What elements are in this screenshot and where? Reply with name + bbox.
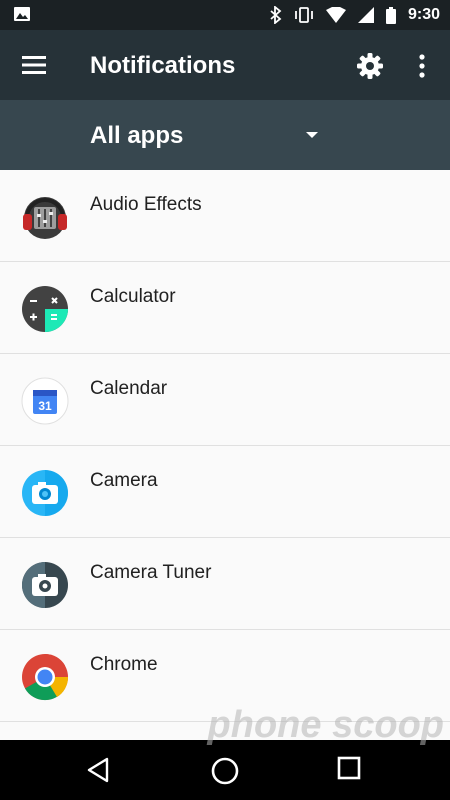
app-name: Calendar [90,378,168,399]
app-list: Audio Effects Calculator 31 Calendar Cam… [0,170,450,740]
app-name: Calculator [90,286,176,307]
gear-icon[interactable] [356,52,384,80]
calendar-icon: 31 [21,377,69,425]
list-item-camera[interactable]: Camera [0,446,450,538]
list-item-calculator[interactable]: Calculator [0,262,450,354]
wifi-icon [325,7,346,23]
camera-tuner-icon [22,562,68,608]
status-bar: 9:30 [0,0,450,30]
app-name: Audio Effects [90,194,202,215]
navigation-bar [0,740,450,800]
app-name: Camera [90,470,158,491]
list-item-camera-tuner[interactable]: Camera Tuner [0,538,450,630]
image-notification-icon [14,7,30,21]
clock: 9:30 [407,6,440,23]
signal-icon [357,7,374,23]
menu-icon[interactable] [22,55,48,75]
vibrate-icon [295,7,313,23]
battery-icon [385,6,396,24]
home-icon[interactable] [210,756,240,786]
bluetooth-icon [270,6,282,24]
chrome-icon [22,653,69,701]
recent-apps-icon[interactable] [337,756,363,782]
camera-icon [22,470,68,516]
calculator-icon [22,286,68,332]
audio-effects-icon [23,197,67,239]
filter-label: All apps [90,122,184,149]
more-options-icon[interactable] [416,52,428,80]
page-title: Notifications [90,52,236,79]
back-icon[interactable] [85,756,113,784]
app-name: Camera Tuner [90,562,212,583]
app-toolbar: Notifications [0,30,450,100]
watermark: phone scoop [207,704,444,746]
app-filter-dropdown[interactable]: All apps [0,100,450,170]
list-item-audio-effects[interactable]: Audio Effects [0,170,450,262]
app-name: Chrome [90,654,158,675]
calendar-day-text: 31 [38,399,52,413]
dropdown-arrow-icon [306,132,318,138]
list-item-calendar[interactable]: 31 Calendar [0,354,450,446]
